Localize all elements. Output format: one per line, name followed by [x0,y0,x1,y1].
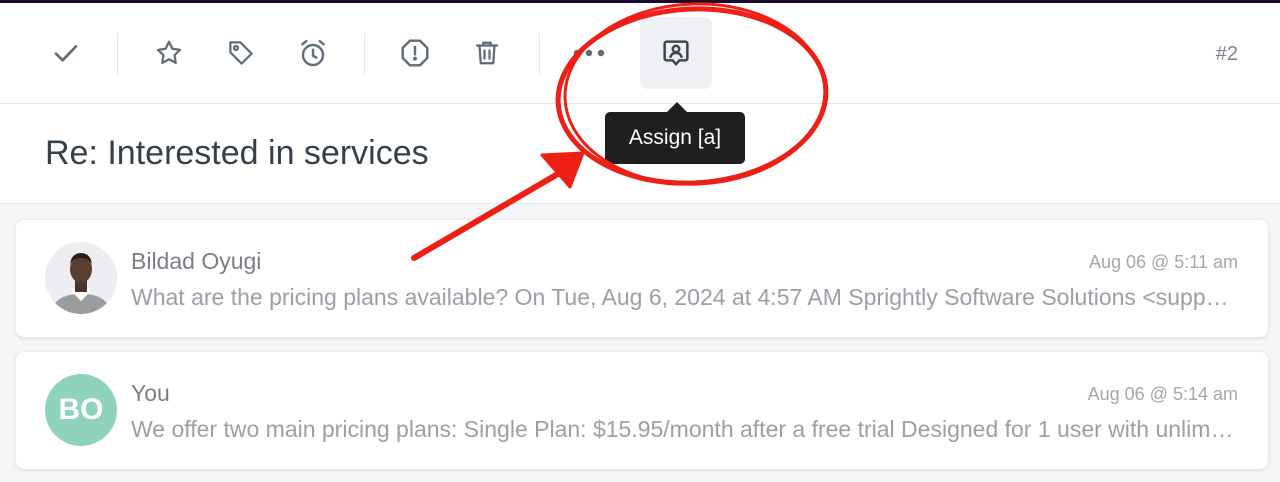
sender-name: You [131,380,170,406]
assign-button[interactable] [640,17,712,89]
sender-name: Bildad Oyugi [131,248,262,274]
message-preview: What are the pricing plans available? On… [131,284,1236,310]
message-preview: We offer two main pricing plans: Single … [131,416,1236,442]
message-card[interactable]: BO You Aug 06 @ 5:14 am We offer two mai… [16,352,1268,469]
message-card[interactable]: Bildad Oyugi Aug 06 @ 5:11 am What are t… [16,220,1268,337]
tag-button[interactable] [205,17,277,89]
assign-tooltip: Assign [a] [605,102,745,164]
ticket-number: #2 [1215,43,1238,65]
toolbar-divider [117,33,118,75]
alarm-clock-icon [297,37,329,69]
more-actions-button[interactable] [553,17,625,89]
toolbar-divider [364,33,365,75]
star-icon [154,38,184,68]
star-button[interactable] [133,17,205,89]
tag-icon [226,38,256,68]
mark-spam-button[interactable] [379,17,451,89]
conversation-toolbar: #2 [0,3,1280,104]
message-time: Aug 06 @ 5:11 am [1088,252,1238,272]
mark-done-button[interactable] [30,17,102,89]
more-horizontal-icon [569,47,609,59]
toolbar-divider [539,33,540,75]
page-title: Re: Interested in services [45,134,429,172]
checkmark-icon [50,37,82,69]
message-thread: Bildad Oyugi Aug 06 @ 5:11 am What are t… [0,204,1280,482]
delete-button[interactable] [451,17,523,89]
assign-user-icon [660,37,692,69]
avatar: BO [45,374,117,446]
avatar [45,242,117,314]
trash-icon [472,38,502,68]
message-time: Aug 06 @ 5:14 am [1087,384,1238,404]
snooze-button[interactable] [277,17,349,89]
alert-octagon-icon [399,37,431,69]
